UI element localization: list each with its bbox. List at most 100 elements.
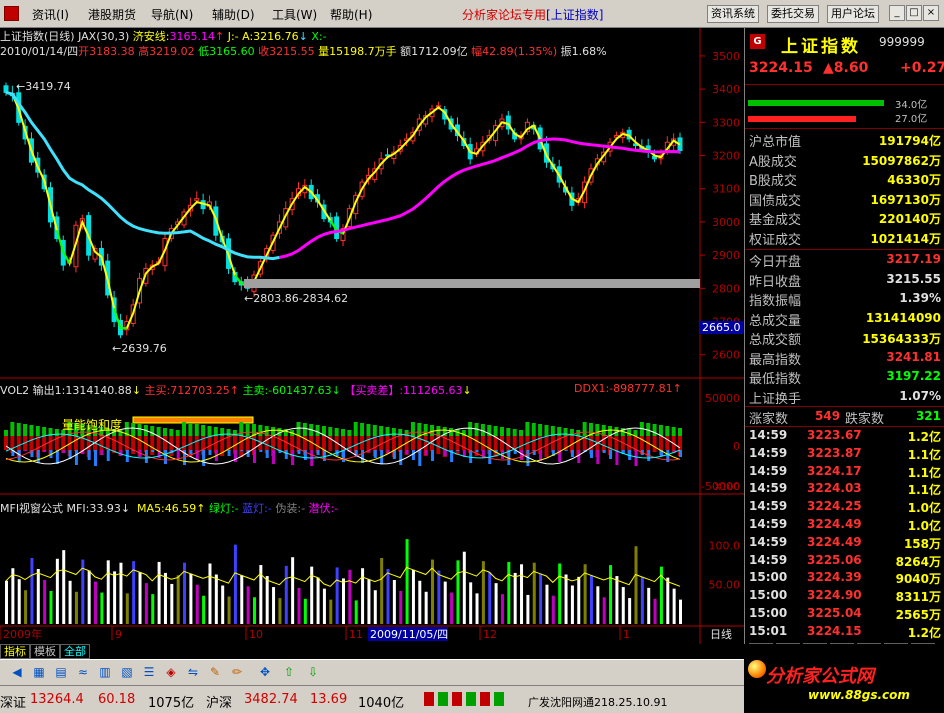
tick-time: 15:01 [749, 623, 788, 638]
forum-button[interactable]: 用户论坛 [827, 5, 879, 23]
mfi-fake: 伪装:- [275, 502, 306, 515]
toolbar-up-icon[interactable]: ⇧ [280, 663, 298, 681]
index-code: 999999 [879, 35, 925, 49]
kline-chart[interactable]: 3500340033003200310030002900280027002600… [0, 28, 744, 644]
maximize-button[interactable]: □ [906, 5, 922, 21]
mfi-bar [49, 591, 53, 624]
vol-bar-green [239, 422, 244, 436]
toolbar-grid-icon[interactable]: ▦ [30, 663, 48, 681]
minimize-button[interactable]: _ [889, 5, 905, 21]
mfi-axis-label: 50.00 [709, 579, 741, 592]
mfi-bar [195, 584, 199, 624]
menu-bar: 资讯(I) 港股期货 导航(N) 辅助(D) 工具(W) 帮助(H) 分析家论坛… [0, 0, 944, 28]
app-icon[interactable] [4, 6, 19, 21]
current-price: 3224.15 [749, 60, 813, 76]
vol-header: VOL2 输出1:1314140.88↓ 主买:712703.25↑ 主卖:-6… [0, 382, 472, 398]
vol-bar-red [239, 436, 244, 457]
menu-info[interactable]: 资讯(I) [32, 6, 69, 23]
tick-volume: 9040万 [895, 572, 941, 587]
chart-jax: JAX(30,3) [78, 30, 130, 43]
toolbar-link-icon[interactable]: ⇋ [184, 663, 202, 681]
network-info: 广发沈阳网通218.25.10.91 [528, 696, 668, 709]
vol-bar-green [379, 426, 384, 436]
mfi-bar [240, 575, 244, 624]
toolbar-rsi-icon[interactable]: ▥ [96, 663, 114, 681]
mfi-bar [647, 587, 651, 624]
toolbar-pencil-icon[interactable]: ✏ [228, 663, 246, 681]
tick-price: 3225.04 [807, 606, 862, 620]
logo-orb-icon [748, 660, 766, 678]
info-system-button[interactable]: 资讯系统 [707, 5, 759, 23]
vol-bar-green [538, 424, 543, 436]
mfi-bar [564, 574, 568, 624]
index-stat-label: 今日开盘 [749, 255, 802, 270]
tick-volume: 1.1亿 [907, 465, 941, 480]
mfi-bar [227, 596, 231, 624]
market-badge[interactable]: G [750, 34, 765, 49]
tick-time: 15:00 [749, 570, 788, 585]
mfi-bar [30, 558, 34, 624]
tick-row: 14:59 3224.49 158万 [745, 534, 941, 552]
sz-label: 深证 [0, 696, 27, 711]
index-stat-value: 3241.81 [886, 349, 941, 364]
toolbar-report-icon[interactable]: ▤ [52, 663, 70, 681]
menu-assist[interactable]: 辅助(D) [212, 6, 255, 23]
mfi-bar [621, 587, 625, 624]
toolbar-back-icon[interactable]: ◀ [8, 663, 26, 681]
vol-bar-red [194, 436, 199, 452]
current-price-tag: 2665.0 [700, 321, 743, 334]
vol-bar-blue [291, 450, 295, 465]
chart-low: 低3165.60 [198, 45, 255, 58]
toolbar-chart-icon[interactable]: ▧ [118, 663, 136, 681]
price-tick-label: 2900 [712, 249, 740, 262]
tick-volume: 158万 [903, 536, 941, 551]
date-tick-label: 11 [349, 628, 363, 641]
vol-bar-green [175, 430, 180, 436]
index-stat-value: 131414090 [865, 310, 941, 325]
toolbar-down-icon[interactable]: ⇩ [304, 663, 322, 681]
mfi-bar [335, 567, 339, 624]
chart-change: 幅42.89(1.35%) [471, 45, 558, 58]
vol-bar-green [188, 423, 193, 436]
saturation-bar [132, 416, 254, 424]
tab-indicator[interactable]: 指标 [0, 644, 30, 659]
mfi-bar [5, 580, 8, 624]
toolbar-list-icon[interactable]: ☰ [140, 663, 158, 681]
tab-all[interactable]: 全部 [60, 644, 90, 659]
toolbar-alarm-icon[interactable]: ◈ [162, 663, 180, 681]
mfi-bar [367, 579, 371, 624]
trade-button[interactable]: 委托交易 [767, 5, 819, 23]
vol-bar-green [678, 428, 682, 436]
tick-time: 14:59 [749, 552, 788, 567]
vol-bar-green [525, 422, 530, 436]
tick-price: 3223.87 [807, 445, 862, 460]
vol-bar-green [652, 424, 657, 436]
vol-diff-label: 【买卖差】 [344, 384, 400, 397]
menu-hk-futures[interactable]: 港股期货 [88, 6, 136, 23]
toolbar-wave-icon[interactable]: ≈ [74, 663, 92, 681]
mfi-bar [494, 583, 498, 624]
mfi-bar [640, 576, 644, 624]
toolbar-move-icon[interactable]: ✥ [256, 663, 274, 681]
price-change: ▲8.60 [823, 60, 869, 76]
menu-navigate[interactable]: 导航(N) [151, 6, 193, 23]
mfi-bar [144, 583, 148, 624]
tab-template[interactable]: 模板 [30, 644, 60, 659]
menu-tools[interactable]: 工具(W) [272, 6, 317, 23]
vol-bar-red [156, 436, 161, 450]
chart-series-name: 上证指数(日线) [0, 30, 75, 43]
mfi-bar [615, 576, 619, 624]
toolbar-edit-icon[interactable]: ✎ [206, 663, 224, 681]
index-stat-label: 指数振幅 [749, 294, 802, 309]
price-tick-label: 2800 [712, 282, 740, 295]
close-button[interactable]: × [923, 5, 939, 21]
vol-bar-blue [609, 450, 613, 459]
vol-bar-blue [316, 450, 320, 455]
price-tick-label: 3300 [712, 116, 740, 129]
menu-help[interactable]: 帮助(H) [330, 6, 372, 23]
period-label[interactable]: 日线 [710, 627, 732, 641]
vol-bar-green [302, 423, 307, 436]
vol-bar-blue [176, 450, 180, 459]
mfi-bar [68, 580, 72, 624]
up-arrow-icon: ↑ [215, 30, 225, 43]
